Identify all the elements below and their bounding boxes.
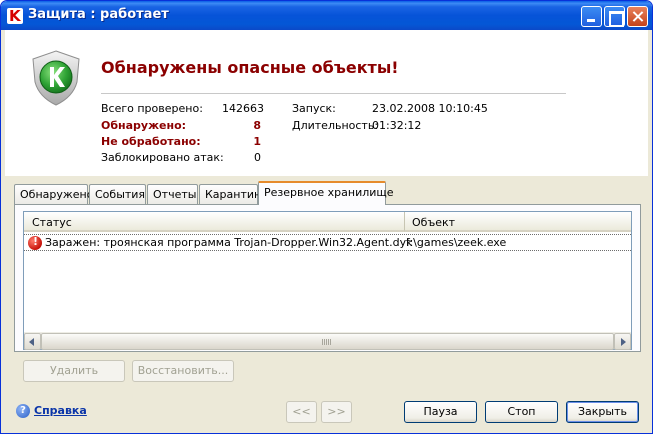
row-object: f:\games\zeek.exe	[406, 236, 507, 249]
duration-value: 01:32:12	[372, 119, 422, 132]
column-header-object[interactable]: Объект	[405, 212, 631, 232]
tab-backup-storage[interactable]: Резервное хранилище	[258, 181, 394, 205]
stop-button[interactable]: Стоп	[485, 401, 558, 423]
minimize-button[interactable]	[581, 6, 602, 27]
scanned-label: Всего проверено:	[101, 102, 203, 115]
scanned-value: 142663	[222, 102, 264, 115]
tab-quarantine[interactable]: Карантин	[199, 184, 261, 204]
pause-button[interactable]: Пауза	[404, 401, 477, 423]
title-bar[interactable]: K Защита : работает	[1, 1, 652, 30]
kaspersky-logo-icon: K	[7, 7, 23, 25]
tab-events[interactable]: События	[89, 184, 146, 204]
restore-button[interactable]: Восстановить...	[132, 360, 234, 382]
tab-detected[interactable]: Обнаружено	[14, 184, 93, 204]
detected-label: Обнаружено:	[101, 119, 187, 132]
duration-label: Длительность:	[292, 119, 379, 132]
delete-button[interactable]: Удалить	[23, 360, 125, 382]
window-title: Защита : работает	[28, 7, 169, 22]
start-label: Запуск:	[292, 102, 336, 115]
row-status: Заражен: троянская программа Trojan-Drop…	[45, 236, 413, 249]
help-link[interactable]: Справка	[34, 404, 87, 417]
close-window-button[interactable]	[627, 6, 648, 27]
scroll-left-icon[interactable]	[24, 333, 41, 350]
unprocessed-value: 1	[253, 135, 261, 148]
app-window: K Защита : работает Обнаружены опасные о…	[0, 0, 653, 434]
help-icon[interactable]: ?	[16, 404, 30, 418]
close-button[interactable]: Закрыть	[566, 401, 639, 423]
table-row[interactable]: Заражен: троянская программа Trojan-Drop…	[24, 234, 631, 251]
column-header-status[interactable]: Статус	[24, 212, 405, 232]
next-button[interactable]: >>	[321, 401, 352, 423]
error-icon	[28, 235, 42, 250]
blocked-value: 0	[254, 151, 261, 164]
shield-icon	[32, 50, 80, 106]
prev-button[interactable]: <<	[286, 401, 317, 423]
scroll-thumb[interactable]	[41, 333, 614, 350]
alert-headline: Обнаружены опасные объекты!	[101, 58, 399, 77]
start-value: 23.02.2008 10:10:45	[372, 102, 488, 115]
logo-letter: K	[9, 7, 21, 25]
unprocessed-label: Не обработано:	[101, 135, 201, 148]
detected-value: 8	[253, 119, 261, 132]
scroll-right-icon[interactable]	[614, 333, 631, 350]
grip-icon	[322, 339, 332, 345]
header-divider	[101, 93, 566, 94]
objects-list[interactable]: Статус Объект Заражен: троянская програм…	[23, 211, 632, 350]
tab-reports[interactable]: Отчеты	[147, 184, 198, 204]
horizontal-scrollbar[interactable]	[24, 332, 631, 350]
status-header: Обнаружены опасные объекты! Всего провер…	[5, 30, 648, 176]
maximize-button[interactable]	[604, 6, 625, 27]
